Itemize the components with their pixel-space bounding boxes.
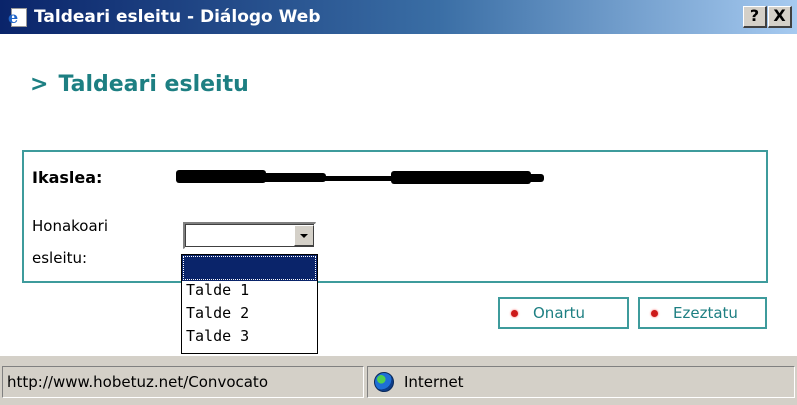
- group-dropdown-list: Talde 1 Talde 2 Talde 3: [181, 254, 318, 354]
- group-select[interactable]: [183, 222, 316, 249]
- dropdown-button[interactable]: [294, 225, 314, 246]
- bullet-icon: [651, 309, 658, 317]
- assign-label-line1: Honakoari: [32, 217, 109, 235]
- security-zone-label: Internet: [404, 373, 464, 391]
- chevron-down-icon: [300, 234, 308, 238]
- close-button[interactable]: X: [768, 6, 792, 28]
- chevron-right-icon: >: [30, 72, 49, 97]
- dropdown-option-talde-1[interactable]: Talde 1: [182, 281, 317, 304]
- dropdown-option-talde-3[interactable]: Talde 3: [182, 327, 317, 350]
- cancel-button[interactable]: Ezeztatu: [638, 297, 767, 329]
- ok-button-label: Onartu: [533, 304, 586, 322]
- ok-button[interactable]: Onartu: [498, 297, 629, 329]
- dropdown-option-empty[interactable]: [182, 255, 317, 281]
- status-url: http://www.hobetuz.net/Convocato: [2, 366, 364, 398]
- assign-label-line2: esleitu:: [32, 249, 88, 267]
- internet-explorer-icon: e: [8, 7, 28, 27]
- globe-icon: [374, 372, 394, 392]
- window-title: Taldeari esleitu - Diálogo Web: [34, 7, 321, 27]
- page-title-text: Taldeari esleitu: [58, 72, 249, 97]
- bullet-icon: [511, 309, 518, 317]
- assign-label: Honakoari esleitu:: [32, 210, 108, 274]
- security-zone[interactable]: Internet: [367, 366, 795, 398]
- dropdown-option-talde-2[interactable]: Talde 2: [182, 304, 317, 327]
- help-button[interactable]: ?: [743, 6, 767, 28]
- page-title: > Taldeari esleitu: [30, 72, 249, 97]
- cancel-button-label: Ezeztatu: [673, 304, 738, 322]
- status-bar: http://www.hobetuz.net/Convocato Interne…: [0, 356, 797, 405]
- student-label: Ikaslea:: [32, 168, 103, 187]
- title-bar[interactable]: e Taldeari esleitu - Diálogo Web ? X: [0, 0, 797, 34]
- student-name-redacted: [176, 165, 546, 187]
